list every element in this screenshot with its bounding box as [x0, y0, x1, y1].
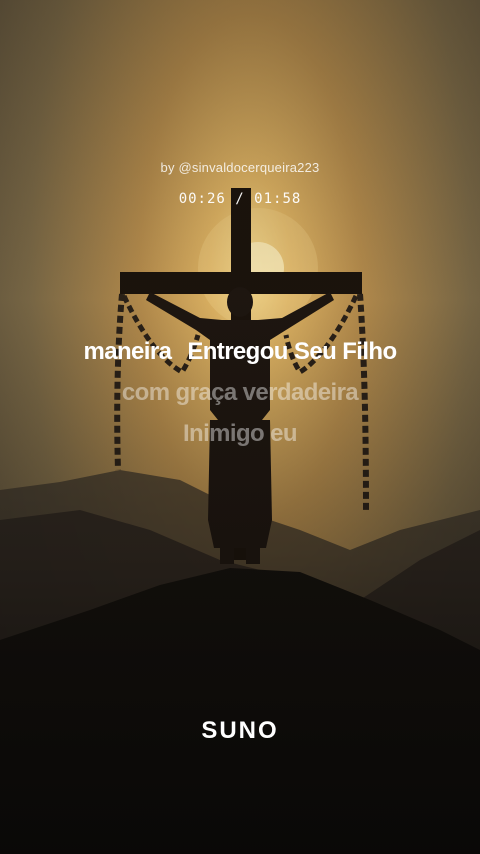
time-separator: / [235, 191, 245, 207]
current-lyric-phrase: Entregou Seu Filho [187, 338, 397, 365]
lyrics-panel: maneira Entregou Seu Filho com graça verd… [0, 338, 480, 461]
following-lyric-line: Inimigo eu [182, 420, 298, 447]
current-lyric-line: maneira Entregou Seu Filho [0, 338, 480, 366]
suno-logo[interactable]: SUNO [0, 717, 480, 745]
song-visualizer[interactable]: by @sinvaldocerqueira223 00:26 / 01:58 m… [0, 0, 480, 854]
current-lyric-fragment: maneira [83, 338, 172, 365]
artist-byline[interactable]: by @sinvaldocerqueira223 [0, 160, 480, 175]
next-lyric-line: com graça verdadeira [121, 379, 359, 406]
playback-time: 00:26 / 01:58 [0, 191, 480, 207]
total-duration: 01:58 [254, 191, 302, 207]
elapsed-time: 00:26 [178, 191, 226, 207]
